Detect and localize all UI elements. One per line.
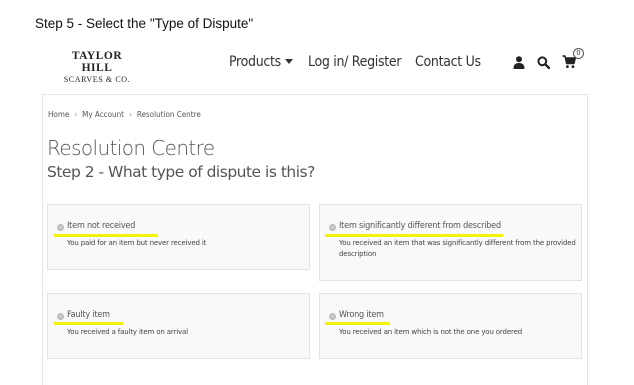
cart-count-badge: 0: [573, 48, 584, 59]
nav-login-register[interactable]: Log in/ Register: [308, 54, 402, 70]
chevron-down-icon: [284, 58, 293, 64]
option-item-significantly-different[interactable]: Item significantly different from descri…: [319, 204, 582, 281]
page-subtitle: Step 2 - What type of dispute is this?: [47, 163, 315, 181]
nav-products-label: Products: [229, 54, 281, 70]
user-icon[interactable]: [513, 56, 525, 69]
option-description: You received an item that was significan…: [339, 239, 576, 258]
site-logo[interactable]: TAYLOR HILL SCARVES & CO.: [55, 50, 139, 86]
option-item-not-received[interactable]: Item not received You paid for an item b…: [47, 204, 310, 270]
step-caption: Step 5 - Select the "Type of Dispute": [35, 16, 254, 31]
option-label: Wrong item: [339, 310, 384, 320]
option-description: You paid for an item but never received …: [67, 239, 207, 247]
radio-icon[interactable]: [329, 313, 336, 320]
breadcrumb-my-account[interactable]: My Account: [82, 110, 124, 119]
breadcrumb: Home › My Account › Resolution Centre: [48, 110, 201, 119]
option-faulty-item[interactable]: Faulty item You received a faulty item o…: [47, 293, 310, 359]
option-label: Item significantly different from descri…: [339, 221, 501, 231]
option-description: You received an item which is not the on…: [339, 328, 523, 336]
breadcrumb-separator-icon: ›: [128, 110, 132, 119]
logo-line-1: TAYLOR HILL: [71, 50, 123, 74]
highlight-underline: [54, 322, 123, 325]
radio-icon[interactable]: [57, 224, 64, 231]
radio-icon[interactable]: [57, 313, 64, 320]
highlight-underline: [54, 234, 158, 237]
breadcrumb-resolution-centre: Resolution Centre: [136, 110, 201, 119]
breadcrumb-home[interactable]: Home: [48, 110, 69, 119]
highlight-underline: [325, 322, 390, 325]
logo-line-2: SCARVES & CO.: [63, 75, 131, 84]
nav-contact-us[interactable]: Contact Us: [415, 54, 481, 70]
nav-products[interactable]: Products: [229, 54, 293, 70]
option-description: You received a faulty item on arrival: [67, 328, 188, 336]
option-label: Faulty item: [67, 310, 110, 320]
option-label: Item not received: [67, 221, 136, 231]
breadcrumb-separator-icon: ›: [74, 110, 78, 119]
highlight-underline: [325, 234, 503, 237]
radio-icon[interactable]: [329, 224, 336, 231]
page-title: Resolution Centre: [47, 136, 215, 160]
search-icon[interactable]: [537, 56, 550, 69]
option-wrong-item[interactable]: Wrong item You received an item which is…: [319, 293, 582, 359]
